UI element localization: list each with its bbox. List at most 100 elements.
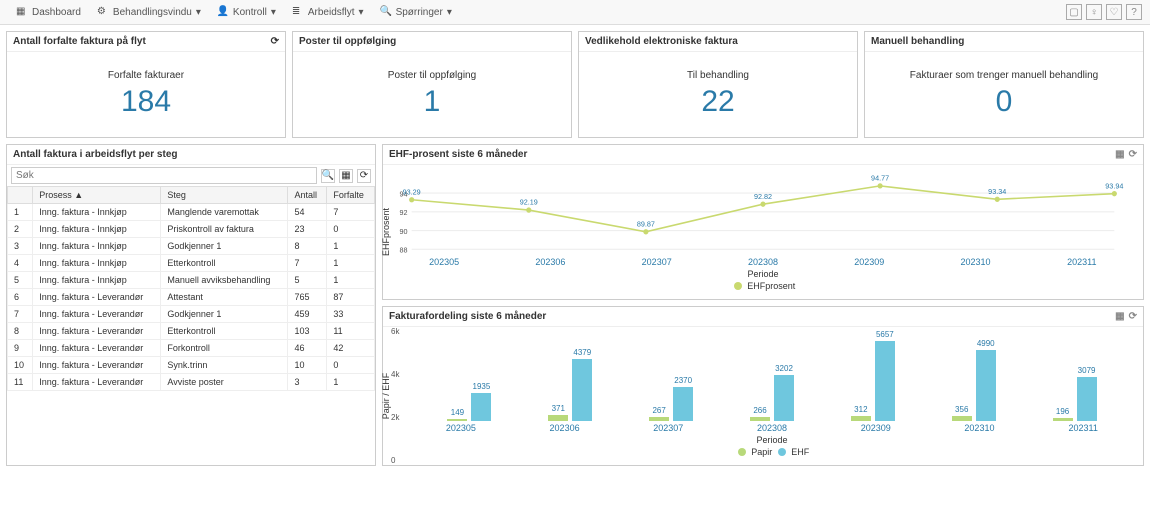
steg-search-input[interactable] (11, 167, 317, 184)
cell-steg: Manglende varemottak (161, 204, 288, 221)
cell-prosess: Inng. faktura - Leverandør (33, 357, 161, 374)
cell-antall: 103 (288, 323, 327, 340)
faktura-refresh-icon[interactable]: ⟳ (1129, 311, 1137, 322)
bar-value: 371 (552, 404, 565, 413)
steg-col-2[interactable]: Steg (161, 187, 288, 204)
bar-papir[interactable]: 267 (649, 417, 669, 421)
table-row[interactable]: 10Inng. faktura - LeverandørSynk.trinn10… (8, 357, 375, 374)
faktura-xtick[interactable]: 202305 (409, 423, 513, 433)
cell-steg: Priskontroll av faktura (161, 221, 288, 238)
kpi-panel-3[interactable]: Manuell behandlingFakturaer som trenger … (864, 31, 1144, 138)
bar-ehf[interactable]: 4379 (572, 359, 592, 421)
ehf-xtick[interactable]: 202310 (922, 257, 1028, 267)
bar-papir[interactable]: 371 (548, 415, 568, 420)
bar-value: 312 (854, 405, 867, 414)
topbar-dashboard[interactable]: ▦Dashboard (8, 4, 89, 20)
cell-antall: 7 (288, 255, 327, 272)
table-row[interactable]: 8Inng. faktura - LeverandørEtterkontroll… (8, 323, 375, 340)
bar-value: 149 (451, 408, 464, 417)
tool-help-icon[interactable]: ? (1126, 4, 1142, 20)
svg-text:92.82: 92.82 (754, 192, 772, 201)
kpi-panel-2[interactable]: Vedlikehold elektroniske fakturaTil beha… (578, 31, 858, 138)
cell-prosess: Inng. faktura - Leverandør (33, 374, 161, 391)
tool-bulb-icon[interactable]: ♀ (1086, 4, 1102, 20)
faktura-xtick[interactable]: 202308 (720, 423, 824, 433)
refresh-icon[interactable]: ⟳ (357, 169, 371, 183)
bar-ehf[interactable]: 3202 (774, 375, 794, 420)
ehf-refresh-icon[interactable]: ⟳ (1129, 149, 1137, 160)
kpi-panel-1[interactable]: Poster til oppfølgingPoster til oppfølgi… (292, 31, 572, 138)
cell-steg: Etterkontroll (161, 255, 288, 272)
topbar-kontroll[interactable]: 👤Kontroll▾ (209, 4, 284, 20)
table-view-icon[interactable]: ▦ (339, 169, 353, 183)
table-row[interactable]: 6Inng. faktura - LeverandørAttestant7658… (8, 289, 375, 306)
table-row[interactable]: 7Inng. faktura - LeverandørGodkjenner 14… (8, 306, 375, 323)
cell-steg: Manuell avviksbehandling (161, 272, 288, 289)
bar-group: 267 2370 (621, 387, 722, 421)
bar-papir[interactable]: 356 (952, 416, 972, 421)
topbar-spørringer[interactable]: 🔍Spørringer▾ (372, 4, 460, 20)
bar-papir[interactable]: 196 (1053, 418, 1073, 421)
topbar-behandlingsvindu[interactable]: ⚙Behandlingsvindu▾ (89, 4, 209, 20)
ehf-xtick[interactable]: 202309 (816, 257, 922, 267)
tool-panel-icon[interactable]: ▢ (1066, 4, 1082, 20)
refresh-icon[interactable]: ⟳ (271, 36, 279, 47)
faktura-xtick[interactable]: 202309 (824, 423, 928, 433)
svg-text:88: 88 (399, 245, 407, 254)
table-row[interactable]: 3Inng. faktura - InnkjøpGodkjenner 181 (8, 238, 375, 255)
steg-col-4[interactable]: Forfalte (327, 187, 375, 204)
table-row[interactable]: 9Inng. faktura - LeverandørForkontroll46… (8, 340, 375, 357)
bar-ehf[interactable]: 2370 (673, 387, 693, 421)
bar-ehf[interactable]: 1935 (471, 393, 491, 420)
kpi-header: Antall forfalte faktura på flyt⟳ (7, 32, 285, 52)
steg-col-0[interactable] (8, 187, 33, 204)
bar-ehf[interactable]: 3079 (1077, 377, 1097, 421)
cell-antall: 459 (288, 306, 327, 323)
steg-col-1[interactable]: Prosess ▲ (33, 187, 161, 204)
svg-text:89.87: 89.87 (637, 219, 655, 228)
faktura-xtick[interactable]: 202306 (513, 423, 617, 433)
faktura-expand-icon[interactable]: ▦ (1115, 311, 1124, 322)
steg-search-row: 🔍 ▦ ⟳ (7, 165, 375, 186)
bar-papir[interactable]: 266 (750, 417, 770, 421)
tool-heart-icon[interactable]: ♡ (1106, 4, 1122, 20)
ehf-xtick[interactable]: 202306 (497, 257, 603, 267)
faktura-panel-title: Fakturafordeling siste 6 måneder (389, 311, 546, 322)
cell-n: 2 (8, 221, 33, 238)
steg-col-3[interactable]: Antall (288, 187, 327, 204)
cell-steg: Attestant (161, 289, 288, 306)
chevron-down-icon: ▾ (447, 7, 452, 18)
table-row[interactable]: 2Inng. faktura - InnkjøpPriskontroll av … (8, 221, 375, 238)
bar-ehf[interactable]: 5657 (875, 341, 895, 421)
ehf-xtick[interactable]: 202311 (1029, 257, 1135, 267)
ehf-chart-area: EHFprosent 8890929493.2992.1989.8792.829… (383, 165, 1143, 299)
cell-prosess: Inng. faktura - Innkjøp (33, 204, 161, 221)
cell-prosess: Inng. faktura - Innkjøp (33, 238, 161, 255)
kpi-panel-0[interactable]: Antall forfalte faktura på flyt⟳Forfalte… (6, 31, 286, 138)
ehf-xtick[interactable]: 202305 (391, 257, 497, 267)
cell-prosess: Inng. faktura - Leverandør (33, 340, 161, 357)
search-icon[interactable]: 🔍 (321, 169, 335, 183)
right-col: EHF-prosent siste 6 måneder ▦ ⟳ EHFprose… (382, 144, 1144, 466)
table-row[interactable]: 1Inng. faktura - InnkjøpManglende varemo… (8, 204, 375, 221)
faktura-xtick[interactable]: 202307 (616, 423, 720, 433)
ehf-expand-icon[interactable]: ▦ (1115, 149, 1124, 160)
table-row[interactable]: 5Inng. faktura - InnkjøpManuell avviksbe… (8, 272, 375, 289)
kpi-body: Fakturaer som trenger manuell behandling… (865, 52, 1143, 137)
ehf-xtick[interactable]: 202308 (710, 257, 816, 267)
bar-value: 267 (652, 406, 665, 415)
bar-papir[interactable]: 149 (447, 419, 467, 421)
bar-papir[interactable]: 312 (851, 416, 871, 420)
faktura-xtick[interactable]: 202311 (1031, 423, 1135, 433)
table-row[interactable]: 4Inng. faktura - InnkjøpEtterkontroll71 (8, 255, 375, 272)
topbar-arbeidsflyt[interactable]: ≣Arbeidsflyt▾ (284, 4, 372, 20)
faktura-xtick[interactable]: 202310 (928, 423, 1032, 433)
ehf-xtick[interactable]: 202307 (604, 257, 710, 267)
steg-table-body: 1Inng. faktura - InnkjøpManglende varemo… (8, 204, 375, 391)
svg-text:93.34: 93.34 (988, 187, 1006, 196)
bar-ehf[interactable]: 4990 (976, 350, 996, 421)
faktura-xaxis: 2023052023062023072023082023092023102023… (409, 423, 1135, 433)
table-row[interactable]: 11Inng. faktura - LeverandørAvviste post… (8, 374, 375, 391)
cell-n: 6 (8, 289, 33, 306)
chevron-down-icon: ▾ (196, 7, 201, 18)
